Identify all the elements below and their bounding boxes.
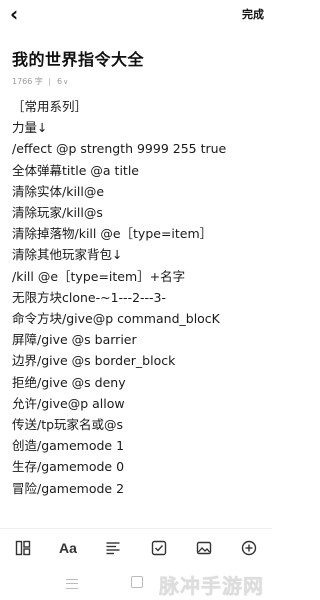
note-line: 冒险/gamemode 2 bbox=[12, 480, 125, 496]
note-line: ［常用系列］ bbox=[12, 99, 88, 114]
watermark: 脉冲手游网 bbox=[159, 574, 264, 598]
text-format-label: Aa bbox=[59, 540, 77, 556]
paragraph-icon[interactable] bbox=[100, 535, 126, 561]
meta-divider bbox=[49, 77, 51, 86]
note-line: 拒绝/give @s deny bbox=[12, 374, 126, 390]
checkbox-icon[interactable] bbox=[146, 535, 172, 561]
note-body[interactable]: ［常用系列］ 力量↓ /effect @p strength 9999 255 … bbox=[12, 96, 268, 530]
note-line: 边界/give @s border_block bbox=[12, 353, 176, 369]
top-bar: ‹ 完成 bbox=[0, 0, 272, 30]
image-icon[interactable] bbox=[191, 535, 217, 561]
home-icon[interactable] bbox=[131, 576, 143, 588]
note-line: 清除实体/kill@e bbox=[12, 183, 105, 199]
note-line: 清除玩家/kill@s bbox=[12, 205, 103, 221]
note-title[interactable]: 我的世界指令大全 bbox=[12, 46, 144, 70]
note-line: 全体弹幕title @a title bbox=[12, 162, 139, 178]
note-line: 清除其他玩家背包↓ bbox=[12, 247, 123, 263]
word-count: 1766 字 bbox=[12, 77, 43, 86]
note-line: 清除掉落物/kill @e［type=item］ bbox=[12, 226, 213, 242]
done-button[interactable]: 完成 bbox=[242, 6, 264, 22]
font-size-value: 6 bbox=[57, 77, 63, 86]
add-icon[interactable] bbox=[236, 535, 262, 561]
note-line: 命令方块/give@p command_blocK bbox=[12, 311, 220, 327]
layout-icon[interactable] bbox=[10, 535, 36, 561]
font-size-selector[interactable]: 6∨ bbox=[57, 77, 68, 86]
note-line: 生存/gamemode 0 bbox=[12, 459, 125, 475]
note-line: 力量↓ bbox=[12, 120, 48, 136]
chevron-left-icon[interactable]: ‹ bbox=[10, 4, 18, 24]
note-line: 允许/give@p allow bbox=[12, 395, 125, 411]
chevron-down-icon: ∨ bbox=[63, 78, 69, 86]
note-line: 创造/gamemode 1 bbox=[12, 438, 125, 454]
note-meta: 1766 字 6∨ bbox=[12, 76, 68, 87]
text-format-icon[interactable]: Aa bbox=[55, 535, 81, 561]
format-toolbar: Aa bbox=[0, 528, 272, 567]
note-line: 传送/tp玩家名或@s bbox=[12, 417, 124, 433]
note-line: 无限方块clone-~1---2---3- bbox=[12, 289, 167, 305]
note-line: /effect @p strength 9999 255 true bbox=[12, 141, 227, 157]
menu-icon[interactable] bbox=[66, 579, 78, 589]
note-line: /kill @e［type=item］+名字 bbox=[12, 268, 186, 284]
note-line: 屏障/give @s barrier bbox=[12, 332, 137, 348]
